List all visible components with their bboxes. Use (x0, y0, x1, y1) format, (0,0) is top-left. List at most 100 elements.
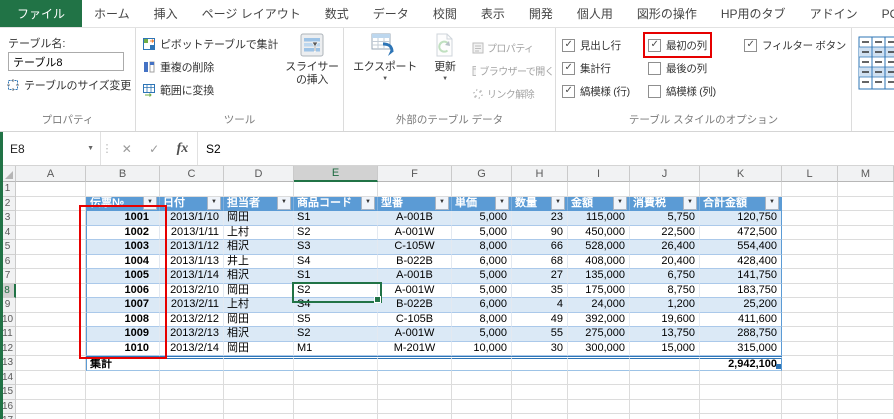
cell-I7[interactable]: 135,000 (568, 269, 630, 284)
checkbox-total-row[interactable]: ✓ 集計行 (562, 60, 611, 76)
cell-M3[interactable] (838, 211, 894, 226)
cell-A6[interactable] (16, 254, 86, 269)
column-header-A[interactable]: A (16, 166, 86, 182)
column-header-H[interactable]: H (512, 166, 568, 182)
enter-icon[interactable]: ✓ (149, 142, 159, 156)
cell-D3[interactable]: 岡田 (224, 211, 294, 226)
cell-H1[interactable] (512, 182, 568, 197)
formula-input[interactable]: S2 (198, 132, 894, 165)
cell-F7[interactable]: A-001B (378, 269, 452, 284)
checkbox-icon[interactable] (648, 84, 661, 98)
cell-L1[interactable] (782, 182, 838, 197)
cell-M10[interactable] (838, 312, 894, 327)
checkbox-banded-columns[interactable]: 縞模様 (列) (648, 83, 716, 99)
cell-E5[interactable]: S3 (294, 240, 378, 255)
cell-C14[interactable] (160, 370, 224, 385)
cell-K2[interactable]: 合計金額 ▼ (700, 196, 782, 211)
cell-D11[interactable]: 相沢 (224, 327, 294, 342)
cell-A3[interactable] (16, 211, 86, 226)
column-header-L[interactable]: L (782, 166, 838, 182)
cell-H17[interactable] (512, 414, 568, 419)
ribbon-tab[interactable]: データ (361, 0, 421, 27)
cell-F5[interactable]: C-105W (378, 240, 452, 255)
cell-G7[interactable]: 5,000 (452, 269, 512, 284)
cell-B16[interactable] (86, 399, 160, 414)
column-header-C[interactable]: C (160, 166, 224, 182)
cell-H12[interactable]: 30 (512, 341, 568, 356)
cell-H6[interactable]: 68 (512, 254, 568, 269)
cell-L5[interactable] (782, 240, 838, 255)
ribbon-tab[interactable]: 数式 (313, 0, 361, 27)
column-header-M[interactable]: M (838, 166, 894, 182)
ribbon-tab[interactable]: 開発 (517, 0, 565, 27)
column-header-G[interactable]: G (452, 166, 512, 182)
cell-K14[interactable] (700, 370, 782, 385)
cell-M14[interactable] (838, 370, 894, 385)
name-box-dropdown-arrow[interactable]: ▼ (87, 145, 94, 152)
cell-C12[interactable]: 2013/2/14 (160, 341, 224, 356)
cell-I6[interactable]: 408,000 (568, 254, 630, 269)
ribbon-tab[interactable]: アドイン (798, 0, 870, 27)
filter-dropdown-button[interactable]: ▼ (361, 196, 375, 211)
cell-C2[interactable]: 日付 ▼ (160, 196, 224, 211)
cell-H8[interactable]: 35 (512, 283, 568, 298)
cell-G2[interactable]: 単価 ▼ (452, 196, 512, 211)
cell-B2[interactable]: 伝票№ ▼ (86, 196, 160, 211)
refresh-dropdown-arrow[interactable]: ▼ (442, 76, 448, 82)
cell-K7[interactable]: 141,750 (700, 269, 782, 284)
filter-dropdown-button[interactable]: ▼ (613, 196, 627, 211)
cell-C11[interactable]: 2013/2/13 (160, 327, 224, 342)
column-header-J[interactable]: J (630, 166, 700, 182)
cell-K9[interactable]: 25,200 (700, 298, 782, 313)
ribbon-tab[interactable]: ホーム (82, 0, 142, 27)
cell-E17[interactable] (294, 414, 378, 419)
refresh-button[interactable]: 更新 ▼ (424, 32, 466, 82)
cell-K4[interactable]: 472,500 (700, 225, 782, 240)
cell-F2[interactable]: 型番 ▼ (378, 196, 452, 211)
cell-D12[interactable]: 岡田 (224, 341, 294, 356)
cell-H2[interactable]: 数量 ▼ (512, 196, 568, 211)
column-header-K[interactable]: K (700, 166, 782, 182)
checkbox-icon[interactable]: ✓ (744, 38, 757, 52)
total-row-label[interactable]: 集計 (86, 356, 160, 371)
cell-G9[interactable]: 6,000 (452, 298, 512, 313)
cell-G16[interactable] (452, 399, 512, 414)
cell-L16[interactable] (782, 399, 838, 414)
filter-dropdown-button[interactable]: ▼ (495, 196, 509, 211)
cell-I3[interactable]: 115,000 (568, 211, 630, 226)
cell-G13[interactable] (452, 356, 512, 371)
filter-dropdown-button[interactable]: ▼ (277, 196, 291, 211)
cell-D15[interactable] (224, 385, 294, 400)
cell-J6[interactable]: 20,400 (630, 254, 700, 269)
cell-B10[interactable]: 1008 (86, 312, 160, 327)
cell-F12[interactable]: M-201W (378, 341, 452, 356)
cell-L12[interactable] (782, 341, 838, 356)
cell-K17[interactable] (700, 414, 782, 419)
convert-to-range-button[interactable]: 範囲に変換 (142, 80, 214, 100)
cell-I15[interactable] (568, 385, 630, 400)
cell-C13[interactable] (160, 356, 224, 371)
cell-H11[interactable]: 55 (512, 327, 568, 342)
column-header-D[interactable]: D (224, 166, 294, 182)
cell-K16[interactable] (700, 399, 782, 414)
filter-dropdown-button[interactable]: ▼ (551, 196, 565, 211)
cell-A11[interactable] (16, 327, 86, 342)
cell-A7[interactable] (16, 269, 86, 284)
cell-I4[interactable]: 450,000 (568, 225, 630, 240)
cancel-icon[interactable]: ✕ (122, 142, 132, 156)
cell-G10[interactable]: 8,000 (452, 312, 512, 327)
cell-M4[interactable] (838, 225, 894, 240)
cell-A9[interactable] (16, 298, 86, 313)
cell-J16[interactable] (630, 399, 700, 414)
cell-B4[interactable]: 1002 (86, 225, 160, 240)
cell-C16[interactable] (160, 399, 224, 414)
cell-E1[interactable] (294, 182, 378, 197)
cell-F6[interactable]: B-022B (378, 254, 452, 269)
cell-A1[interactable] (16, 182, 86, 197)
checkbox-banded-rows[interactable]: ✓ 縞模様 (行) (562, 83, 630, 99)
cell-A8[interactable] (16, 283, 86, 298)
cell-M11[interactable] (838, 327, 894, 342)
cell-E2[interactable]: 商品コード ▼ (294, 196, 378, 211)
cell-J8[interactable]: 8,750 (630, 283, 700, 298)
cell-D16[interactable] (224, 399, 294, 414)
